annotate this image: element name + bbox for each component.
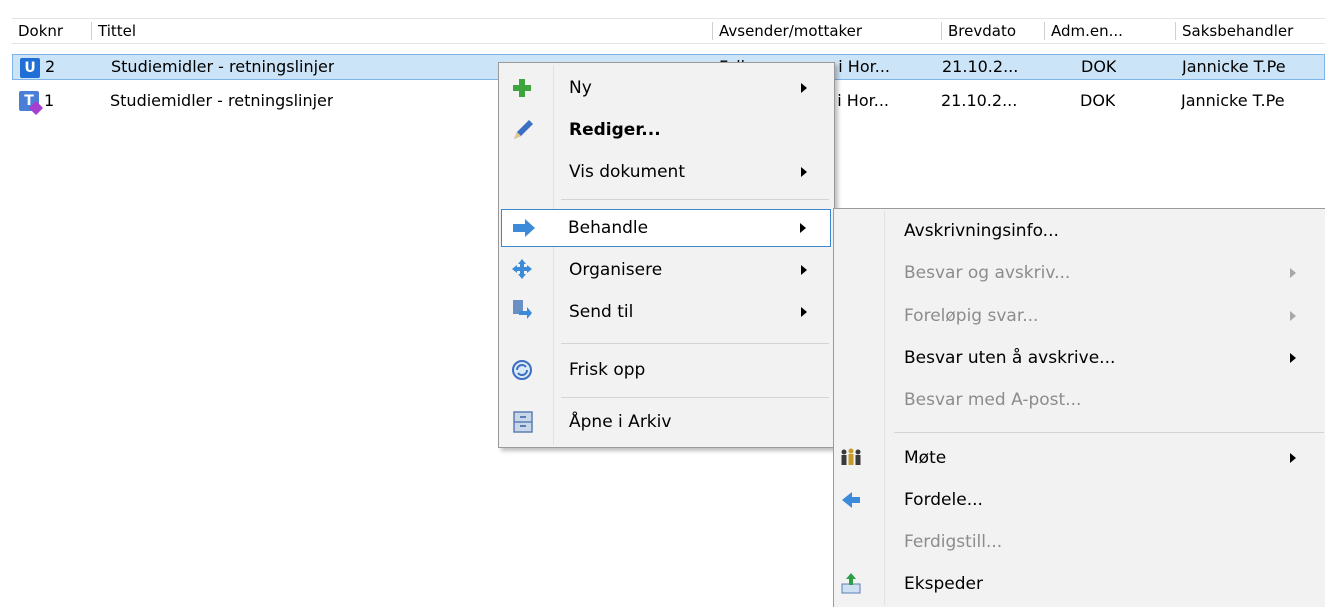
submenu-arrow-icon [801,265,807,275]
submenu-arrow-icon [1290,353,1296,363]
menu-separator [894,432,1324,433]
menu-separator [561,397,829,398]
cell-adm: DOK [1081,57,1117,76]
menu-item-label: Ferdigstill... [904,532,1003,552]
column-header-doknr[interactable]: Doknr [12,19,90,43]
cell-tittel: Studiemidler - retningslinjer [110,91,334,110]
dispatch-icon [841,573,861,594]
menu-item-label: Fordele... [904,490,983,510]
cell-adm: DOK [1080,91,1116,110]
document-type-u-icon: U [20,58,40,78]
menu-item-label: Behandle [568,218,649,238]
cell-doknr: 2 [45,57,56,76]
submenu-arrow-icon [801,307,807,317]
menu-item-ekspeder[interactable]: Ekspeder [836,565,1324,603]
plus-icon [513,79,531,97]
menu-item-label: Foreløpig svar... [904,306,1039,326]
cell-saksbehandler: Jannicke T.Pe [1182,57,1286,76]
menu-item-send-til[interactable]: Send til [501,293,830,331]
submenu-arrow-icon [1290,453,1296,463]
column-header-adm[interactable]: Adm.en... [1045,19,1175,43]
menu-item-besvar-med-a-post[interactable]: Besvar med A-post... [836,381,1324,419]
context-menu: Ny Rediger... Vis dokument Behandle Orga… [498,62,835,448]
submenu-arrow-icon [800,223,806,233]
submenu-behandle: Avskrivningsinfo... Besvar og avskriv...… [833,208,1325,607]
archive-icon [513,411,533,433]
menu-item-label: Åpne i Arkiv [569,412,672,432]
menu-item-label: Ekspeder [904,574,983,594]
menu-item-apne-i-arkiv[interactable]: Åpne i Arkiv [501,403,830,441]
menu-item-label: Send til [569,302,634,322]
menu-item-frisk-opp[interactable]: Frisk opp [501,351,830,389]
submenu-arrow-icon [801,83,807,93]
menu-item-label: Frisk opp [569,360,646,380]
refresh-icon [512,360,532,380]
menu-item-besvar-og-avskriv[interactable]: Besvar og avskriv... [836,254,1324,292]
column-header-avsender[interactable]: Avsender/mottaker [713,19,941,43]
arrow-right-icon [513,219,535,237]
document-type-t-icon: T [19,91,39,111]
share-icon [842,492,860,508]
send-icon [513,300,532,319]
submenu-arrow-icon [801,167,807,177]
submenu-arrow-icon [1290,311,1296,321]
menu-item-mote[interactable]: Møte [836,439,1324,477]
submenu-arrow-icon [1290,268,1296,278]
column-header-row: Doknr Tittel Avsender/mottaker Brevdato … [12,18,1325,44]
menu-item-avskrivningsinfo[interactable]: Avskrivningsinfo... [836,212,1324,250]
menu-item-label: Besvar med A-post... [904,390,1082,410]
column-header-brevdato[interactable]: Brevdato [942,19,1044,43]
cell-saksbehandler: Jannicke T.Pe [1181,91,1285,110]
menu-item-label: Besvar og avskriv... [904,263,1071,283]
menu-item-ferdigstill[interactable]: Ferdigstill... [836,523,1324,561]
pencil-icon [514,120,533,139]
menu-separator [561,343,829,344]
menu-item-rediger[interactable]: Rediger... [501,111,830,149]
menu-item-besvar-uten-a-avskrive[interactable]: Besvar uten å avskrive... [836,339,1324,377]
cell-doknr: 1 [44,91,55,110]
menu-item-vis-dokument[interactable]: Vis dokument [501,153,830,191]
menu-item-label: Møte [904,448,947,468]
menu-item-fordele[interactable]: Fordele... [836,481,1324,519]
cell-brevdato: 21.10.2... [941,91,1018,110]
menu-item-label: Vis dokument [569,162,685,182]
menu-item-ny[interactable]: Ny [501,69,830,107]
move-icon [512,259,532,279]
people-icon [841,448,861,465]
column-header-saksbehandler[interactable]: Saksbehandler [1176,19,1325,43]
menu-item-label: Rediger... [569,120,661,140]
menu-separator [561,199,829,200]
menu-item-label: Organisere [569,260,663,280]
cell-brevdato: 21.10.2... [942,57,1019,76]
menu-item-forelopig-svar[interactable]: Foreløpig svar... [836,297,1324,335]
menu-item-behandle[interactable]: Behandle [501,209,831,247]
column-header-tittel[interactable]: Tittel [92,19,712,43]
menu-item-label: Avskrivningsinfo... [904,221,1059,241]
cell-tittel: Studiemidler - retningslinjer [111,57,335,76]
menu-item-label: Besvar uten å avskrive... [904,348,1116,368]
menu-item-organisere[interactable]: Organisere [501,251,830,289]
menu-item-label: Ny [569,78,592,98]
